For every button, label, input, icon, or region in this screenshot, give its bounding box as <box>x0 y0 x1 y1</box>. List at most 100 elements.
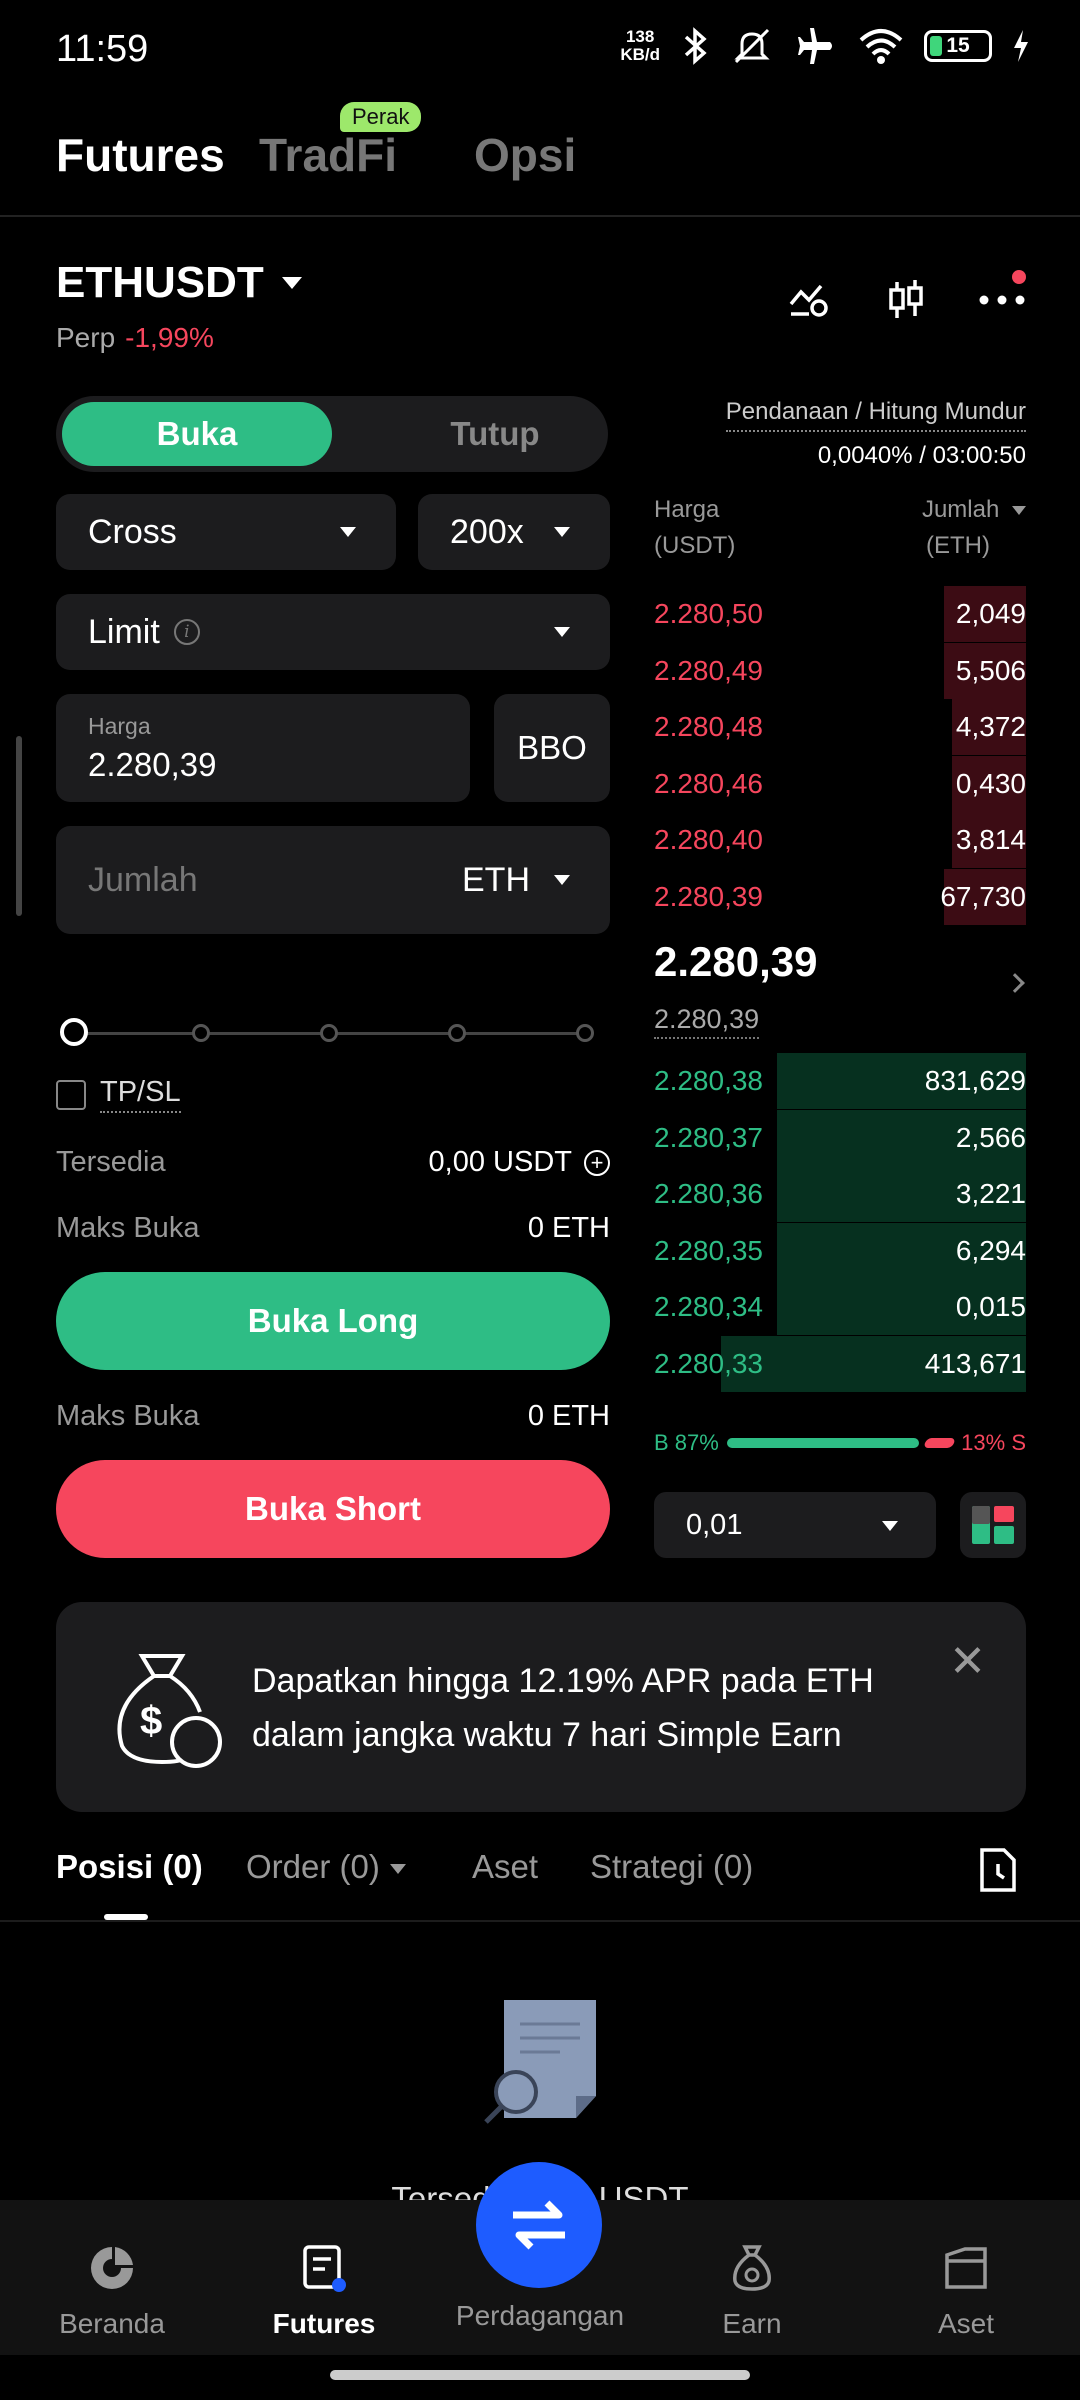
ask-price: 2.280,50 <box>654 598 763 629</box>
sell-ratio: 13% S <box>961 1430 1026 1455</box>
history-document-icon[interactable] <box>976 1846 1020 1894</box>
bid-qty: 0,015 <box>955 1291 1026 1322</box>
bid-qty: 3,221 <box>955 1178 1026 1209</box>
amount-unit-select[interactable]: ETH <box>462 861 530 900</box>
available-row: Tersedia 0,00 USDT + <box>56 1146 610 1179</box>
slider-step-75[interactable] <box>448 1024 466 1042</box>
buy-sell-ratio: B 87% 13% S <box>654 1428 1026 1458</box>
amount-placeholder: Jumlah <box>88 860 198 899</box>
chevron-right-icon[interactable] <box>1005 973 1025 993</box>
tradfi-badge: Perak <box>340 102 422 132</box>
tpsl-toggle[interactable]: TP/SL <box>56 1076 181 1113</box>
tab-orders[interactable]: Order (0) <box>246 1848 406 1886</box>
bbo-button[interactable]: BBO <box>494 694 610 802</box>
ask-price: 2.280,46 <box>654 767 763 799</box>
mute-icon <box>734 28 770 64</box>
airplane-icon <box>798 28 832 64</box>
candlestick-chart-button[interactable] <box>882 276 930 324</box>
funding-info[interactable]: Pendanaan / Hitung Mundur 0,0040% / 03:0… <box>654 398 1026 470</box>
tab-futures[interactable]: Futures <box>56 128 225 182</box>
tab-strategies[interactable]: Strategi (0) <box>590 1848 753 1886</box>
bid-price: 2.280,36 <box>654 1178 763 1209</box>
position-tabs: Posisi (0) Order (0) Aset Strategi (0) <box>56 1848 1026 1918</box>
bid-row[interactable]: 2.280,37 2,566 <box>654 1109 1026 1166</box>
price-header: Harga <box>654 496 720 523</box>
nav-assets[interactable]: Aset <box>866 2240 1066 2340</box>
home-indicator <box>330 2370 750 2380</box>
more-button[interactable] <box>978 270 1026 324</box>
orderbook-header: Harga (USDT) Jumlah (ETH) <box>654 492 1026 564</box>
bid-row[interactable]: 2.280,33 413,671 <box>654 1335 1026 1392</box>
open-short-button[interactable]: Buka Short <box>56 1460 610 1558</box>
symbol-selector[interactable]: ETHUSDT <box>56 258 302 308</box>
ask-qty: 4,372 <box>955 711 1026 742</box>
header-divider <box>0 215 1080 217</box>
ask-row[interactable]: 2.280,49 5,506 <box>654 642 1026 699</box>
close-tab[interactable]: Tutup <box>388 402 602 466</box>
info-icon[interactable]: i <box>173 619 200 645</box>
bid-price: 2.280,34 <box>654 1291 763 1322</box>
chart-settings-button[interactable] <box>786 276 834 324</box>
ask-price: 2.280,39 <box>654 880 763 912</box>
order-type-select[interactable]: Limit i <box>56 594 610 670</box>
max-open-short-value: 0 ETH <box>527 1400 610 1432</box>
tab-opsi[interactable]: Opsi <box>474 128 576 182</box>
nav-earn[interactable]: Earn <box>652 2240 852 2340</box>
price-input-label: Harga <box>88 712 151 739</box>
tpsl-checkbox[interactable] <box>56 1079 86 1110</box>
tab-positions[interactable]: Posisi (0) <box>56 1848 203 1886</box>
available-label: Tersedia <box>56 1146 166 1178</box>
empty-document-icon <box>484 2000 596 2124</box>
max-open-long-value: 0 ETH <box>527 1212 610 1244</box>
bid-qty: 413,671 <box>924 1347 1026 1379</box>
promo-banner[interactable]: $ Dapatkan hingga 12.19% APR pada ETH da… <box>56 1602 1026 1812</box>
last-price[interactable]: 2.280,39 <box>654 938 818 986</box>
chevron-down-icon <box>389 1864 406 1875</box>
trade-fab-button[interactable] <box>476 2162 602 2288</box>
open-long-button[interactable]: Buka Long <box>56 1272 610 1370</box>
ask-row[interactable]: 2.280,40 3,814 <box>654 812 1026 868</box>
amount-input[interactable]: Jumlah ETH <box>56 826 610 934</box>
chevron-down-icon <box>1012 506 1026 516</box>
max-open-label: Maks Buka <box>56 1212 200 1244</box>
bid-row[interactable]: 2.280,34 0,015 <box>654 1279 1026 1335</box>
earn-icon <box>733 2245 771 2291</box>
wifi-icon <box>859 29 903 64</box>
swap-icon <box>513 2200 565 2250</box>
add-funds-icon[interactable]: + <box>584 1149 610 1176</box>
nav-trade[interactable]: Perdagangan <box>440 2300 640 2332</box>
ask-row[interactable]: 2.280,46 0,430 <box>654 755 1026 812</box>
nav-futures[interactable]: Futures <box>224 2240 424 2340</box>
funding-value: 0,0040% / 03:00:50 <box>817 442 1026 469</box>
ask-row[interactable]: 2.280,39 67,730 <box>654 868 1026 925</box>
chevron-down-icon <box>554 527 570 537</box>
open-tab[interactable]: Buka <box>62 402 332 466</box>
price-input[interactable]: Harga 2.280,39 <box>56 694 470 802</box>
notification-dot <box>1012 270 1026 284</box>
ask-row[interactable]: 2.280,50 2,049 <box>654 586 1026 642</box>
margin-mode-select[interactable]: Cross <box>56 494 396 570</box>
mark-price[interactable]: 2.280,39 <box>654 1004 760 1039</box>
slider-handle[interactable] <box>60 1018 88 1046</box>
orderbook-layout-button[interactable] <box>960 1492 1026 1558</box>
bid-row[interactable]: 2.280,36 3,221 <box>654 1166 1026 1222</box>
bid-price: 2.280,35 <box>654 1234 763 1266</box>
close-icon[interactable]: ✕ <box>949 1640 986 1684</box>
bid-row[interactable]: 2.280,38 831,629 <box>654 1053 1026 1109</box>
tab-tradfi[interactable]: TradFi <box>259 128 397 182</box>
leverage-select[interactable]: 200x <box>418 494 610 570</box>
nav-home[interactable]: Beranda <box>12 2240 212 2340</box>
qty-header: Jumlah <box>921 496 1000 523</box>
chevron-down-icon <box>281 277 302 289</box>
layout-icon <box>972 1506 1014 1544</box>
amount-slider[interactable] <box>60 1018 600 1048</box>
tick-size-select[interactable]: 0,01 <box>654 1492 936 1558</box>
bid-row[interactable]: 2.280,35 6,294 <box>654 1222 1026 1279</box>
slider-step-25[interactable] <box>192 1024 210 1042</box>
qty-header-select[interactable]: Jumlah (ETH) <box>922 492 1026 564</box>
slider-step-100[interactable] <box>576 1024 594 1042</box>
slider-step-50[interactable] <box>320 1024 338 1042</box>
tab-assets[interactable]: Aset <box>472 1848 538 1886</box>
ask-row[interactable]: 2.280,48 4,372 <box>654 699 1026 755</box>
buy-ratio-bar <box>726 1438 919 1448</box>
